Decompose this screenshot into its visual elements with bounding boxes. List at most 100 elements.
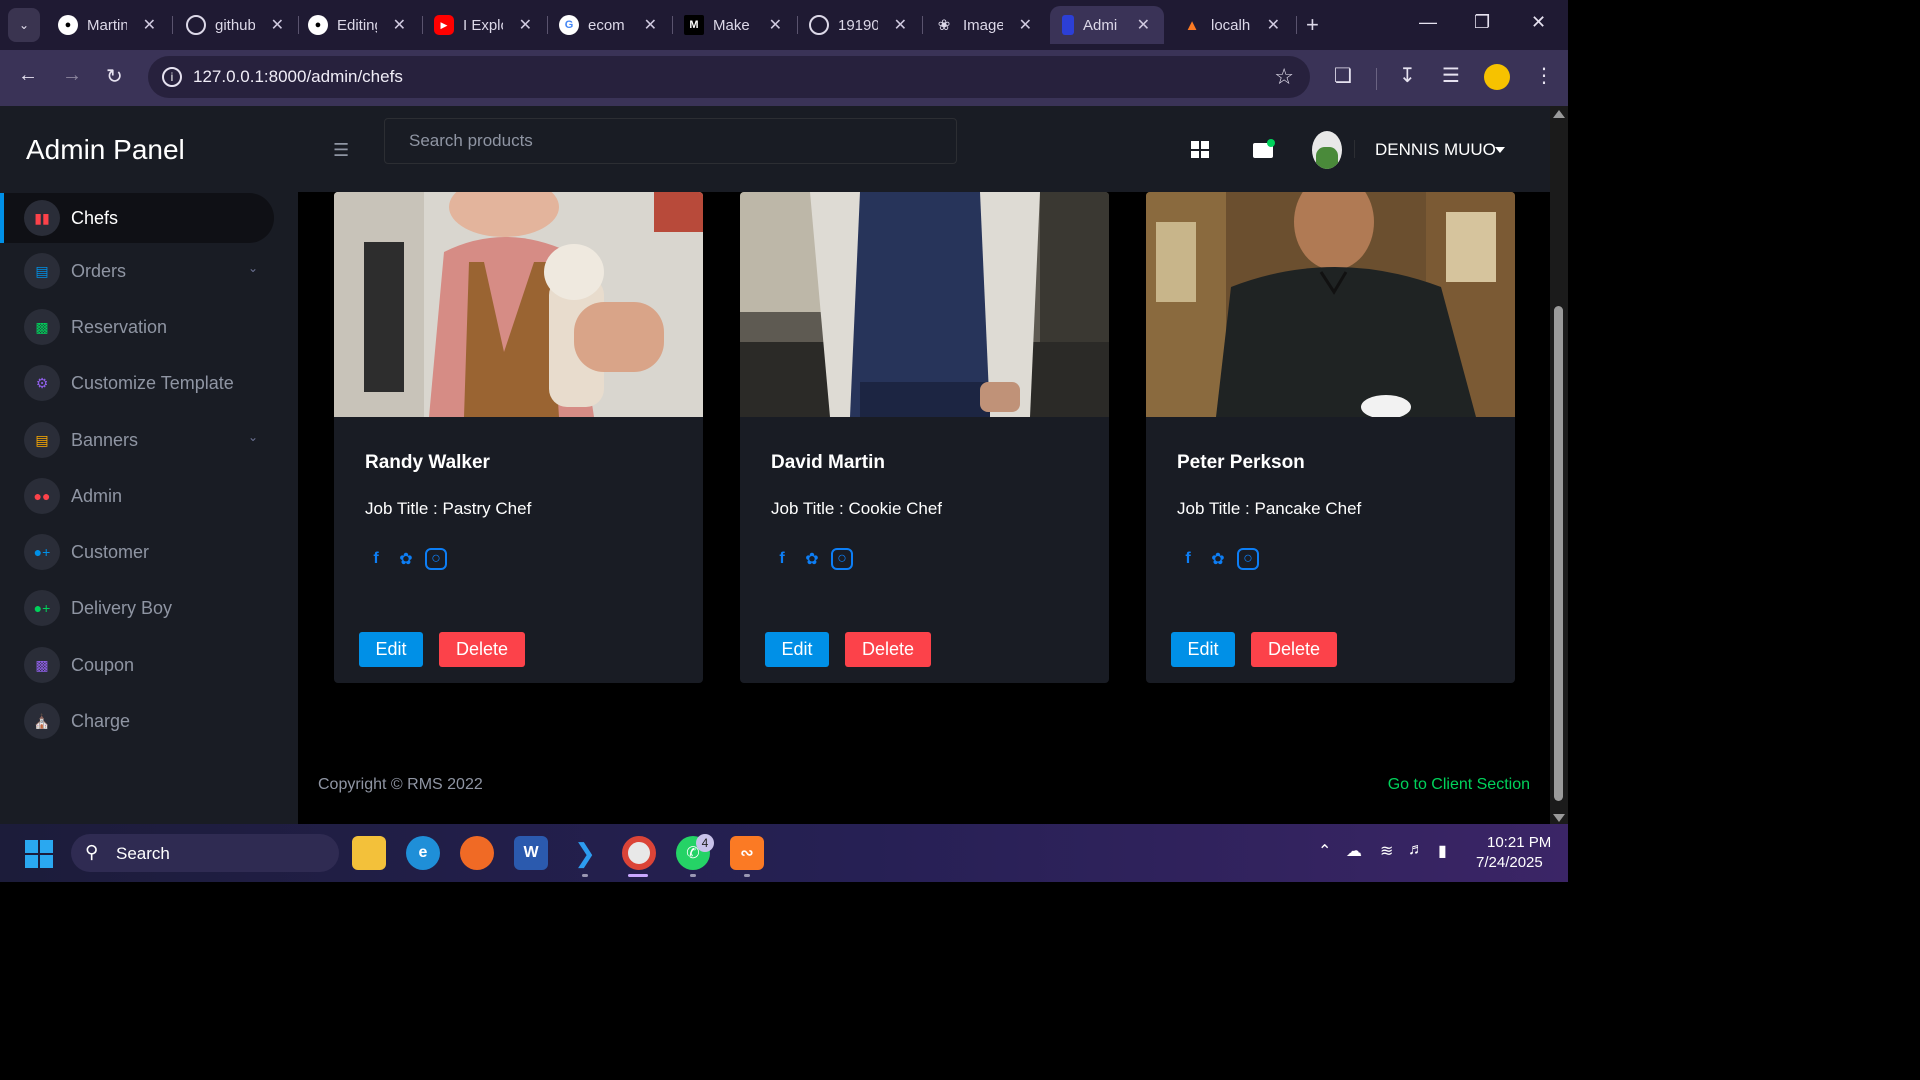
- sidebar-item-banners[interactable]: ▤ Banners ⌄: [0, 415, 274, 465]
- social-links: f ✿ ○: [771, 548, 853, 572]
- tray-chevron-icon[interactable]: ⌃: [1318, 841, 1331, 861]
- menu-toggle-icon[interactable]: ☰: [333, 140, 349, 161]
- close-icon[interactable]: ✕: [894, 15, 907, 35]
- username[interactable]: DENNIS MUUO: [1375, 140, 1496, 160]
- close-icon[interactable]: ✕: [143, 15, 156, 35]
- delete-button[interactable]: Delete: [439, 632, 525, 667]
- scroll-down-arrow[interactable]: [1553, 814, 1565, 822]
- browser-tab[interactable]: ● Editing ✕: [296, 6, 420, 44]
- clock-time[interactable]: 10:21 PM: [1487, 834, 1551, 851]
- instagram-icon[interactable]: ○: [831, 548, 853, 570]
- sidebar-item-orders[interactable]: ▤ Orders ⌄: [0, 246, 274, 296]
- instagram-icon[interactable]: ○: [425, 548, 447, 570]
- restore-icon[interactable]: ❐: [1474, 12, 1490, 33]
- download-icon[interactable]: ↧: [1399, 63, 1416, 88]
- browser-tab[interactable]: ▲ localh ✕: [1170, 6, 1294, 44]
- browser-tab[interactable]: ▶ I Explo ✕: [422, 6, 546, 44]
- bookmark-star-icon[interactable]: ☆: [1274, 64, 1294, 90]
- search-input[interactable]: [385, 119, 956, 163]
- sidebar-item-delivery-boy[interactable]: ●+ Delivery Boy: [0, 583, 274, 633]
- users-icon: ●●: [24, 478, 60, 514]
- profile-avatar[interactable]: [1484, 64, 1510, 90]
- weather-icon[interactable]: ☁: [1346, 841, 1362, 861]
- wifi-icon[interactable]: ≋: [1380, 841, 1393, 861]
- client-section-link[interactable]: Go to Client Section: [1388, 776, 1530, 794]
- close-icon[interactable]: ✕: [1267, 15, 1280, 35]
- chevron-down-icon: ⌄: [247, 261, 258, 275]
- close-icon[interactable]: ✕: [271, 15, 284, 35]
- social-links: f ✿ ○: [365, 548, 447, 572]
- more-menu-icon[interactable]: ⋮: [1534, 63, 1554, 88]
- sidebar-item-customer[interactable]: ●+ Customer: [0, 527, 274, 577]
- sidebar-item-coupon[interactable]: ▩ Coupon: [0, 640, 274, 690]
- clock-date[interactable]: 7/24/2025: [1476, 854, 1543, 871]
- site-info-icon[interactable]: i: [162, 67, 182, 87]
- edit-button[interactable]: Edit: [765, 632, 829, 667]
- taskbar-search[interactable]: ⚲ Search: [71, 834, 339, 872]
- browser-tab[interactable]: ● Martin ✕: [46, 6, 170, 44]
- word-icon[interactable]: W: [514, 836, 548, 870]
- browser-tab[interactable]: ❀ Image ✕: [922, 6, 1046, 44]
- avatar[interactable]: [1312, 131, 1342, 169]
- close-icon[interactable]: ✕: [769, 15, 782, 35]
- chef-job-title: Job Title : Pancake Chef: [1177, 499, 1362, 518]
- sidebar-item-charge[interactable]: ⛪ Charge: [0, 696, 274, 746]
- forward-icon[interactable]: →: [62, 64, 82, 87]
- battery-icon[interactable]: ▮: [1438, 841, 1447, 861]
- media-control-icon[interactable]: ☰: [1442, 63, 1460, 88]
- edit-button[interactable]: Edit: [1171, 632, 1235, 667]
- chef-name: Peter Perkson: [1177, 452, 1305, 473]
- sidebar-item-reservation[interactable]: ▩ Reservation: [0, 302, 274, 352]
- twitter-icon[interactable]: ✿: [395, 548, 417, 570]
- scroll-thumb[interactable]: [1554, 306, 1563, 801]
- facebook-icon[interactable]: f: [771, 548, 793, 570]
- file-explorer-icon[interactable]: [352, 836, 386, 870]
- sidebar-item-customize-template[interactable]: ⚙ Customize Template: [0, 358, 274, 408]
- apps-grid-icon[interactable]: [1191, 141, 1209, 158]
- firefox-icon[interactable]: [460, 836, 494, 870]
- close-window-icon[interactable]: ✕: [1531, 12, 1546, 33]
- browser-tab[interactable]: G ecom ✕: [547, 6, 671, 44]
- sidebar-item-admin[interactable]: ●● Admin: [0, 471, 274, 521]
- address-bar[interactable]: i 127.0.0.1:8000/admin/chefs ☆: [148, 56, 1310, 98]
- page-scrollbar[interactable]: [1550, 106, 1568, 824]
- tab-search-button[interactable]: ⌄: [8, 8, 40, 42]
- close-icon[interactable]: ✕: [519, 15, 532, 35]
- minimize-icon[interactable]: —: [1419, 12, 1437, 33]
- close-icon[interactable]: ✕: [393, 15, 406, 35]
- delete-button[interactable]: Delete: [1251, 632, 1337, 667]
- volume-icon[interactable]: ♬: [1408, 841, 1424, 859]
- browser-tab[interactable]: github ✕: [174, 6, 298, 44]
- close-icon[interactable]: ✕: [1137, 15, 1150, 35]
- windows-start-icon[interactable]: [25, 840, 53, 868]
- close-icon[interactable]: ✕: [644, 15, 657, 35]
- twitter-icon[interactable]: ✿: [801, 548, 823, 570]
- reload-icon[interactable]: ↻: [106, 64, 123, 89]
- sidebar-item-chefs[interactable]: ▮▮ Chefs: [0, 193, 274, 243]
- extensions-icon[interactable]: ❏: [1334, 63, 1352, 88]
- edge-icon[interactable]: e: [406, 836, 440, 870]
- medium-icon: M: [684, 15, 704, 35]
- twitter-icon[interactable]: ✿: [1207, 548, 1229, 570]
- facebook-icon[interactable]: f: [365, 548, 387, 570]
- edit-button[interactable]: Edit: [359, 632, 423, 667]
- vscode-icon[interactable]: ❯: [568, 836, 602, 870]
- facebook-icon[interactable]: f: [1177, 548, 1199, 570]
- delete-button[interactable]: Delete: [845, 632, 931, 667]
- instagram-icon[interactable]: ○: [1237, 548, 1259, 570]
- caret-down-icon[interactable]: [1495, 147, 1505, 153]
- xampp-icon[interactable]: ∾: [730, 836, 764, 870]
- brand-title[interactable]: Admin Panel: [26, 134, 185, 166]
- browser-tab-active[interactable]: Admi ✕: [1050, 6, 1164, 44]
- close-icon[interactable]: ✕: [1019, 15, 1032, 35]
- new-tab-button[interactable]: +: [1306, 12, 1319, 38]
- sidebar: Admin Panel ▮▮ Chefs ▤ Orders ⌄ ▩ Reserv…: [0, 106, 298, 824]
- chef-card: Peter Perkson Job Title : Pancake Chef f…: [1146, 192, 1515, 683]
- browser-tab[interactable]: M Make ✕: [672, 6, 796, 44]
- chef-photo: [334, 192, 703, 417]
- address-url[interactable]: 127.0.0.1:8000/admin/chefs: [193, 67, 403, 87]
- browser-tab[interactable]: 19190 ✕: [797, 6, 921, 44]
- back-icon[interactable]: ←: [18, 64, 38, 87]
- scroll-up-arrow[interactable]: [1553, 110, 1565, 118]
- chrome-icon[interactable]: [622, 836, 656, 870]
